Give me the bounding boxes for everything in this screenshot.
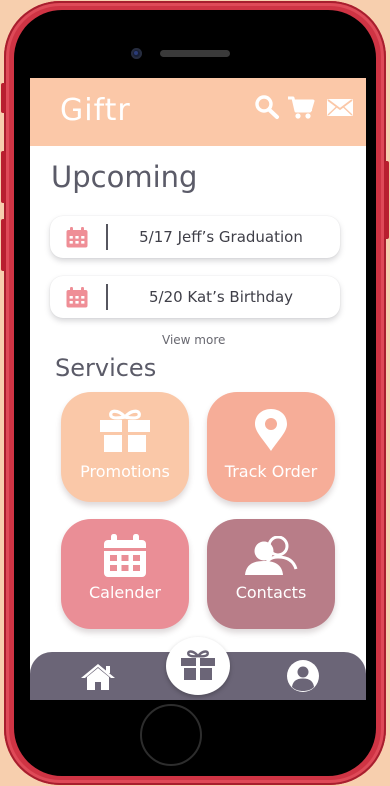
contacts-label: Contacts (235, 583, 307, 602)
gift-icon (98, 408, 152, 452)
profile-icon[interactable] (284, 660, 322, 692)
services-title: Services (55, 354, 157, 382)
search-icon[interactable] (253, 94, 281, 120)
home-icon[interactable] (80, 663, 116, 691)
calender-tile[interactable]: Calender (61, 519, 189, 629)
calendar-icon (103, 534, 147, 578)
power-button (384, 161, 389, 239)
promotions-label: Promotions (80, 462, 170, 481)
earpiece-speaker (160, 50, 230, 57)
location-pin-icon (254, 408, 288, 452)
mail-icon[interactable] (326, 94, 354, 120)
calender-label: Calender (89, 583, 161, 602)
track-order-label: Track Order (224, 462, 318, 481)
calendar-icon (66, 227, 88, 248)
volume-down-button (1, 219, 6, 271)
ring-silent-switch (1, 83, 6, 113)
app-header: Giftr (30, 78, 366, 146)
front-camera (131, 48, 142, 59)
contacts-icon (244, 536, 298, 576)
card-divider (106, 284, 108, 310)
gift-icon (180, 649, 216, 681)
upcoming-title: Upcoming (51, 160, 198, 194)
volume-up-button (1, 151, 6, 203)
contacts-tile[interactable]: Contacts (207, 519, 335, 629)
cart-icon[interactable] (287, 94, 315, 120)
card-divider (106, 224, 108, 250)
app-screen: Giftr Upcoming 5/17 Jeff’s Graduation 5/… (30, 78, 366, 700)
calendar-icon (66, 287, 88, 308)
promotions-tile[interactable]: Promotions (61, 392, 189, 502)
home-button[interactable] (140, 704, 202, 766)
event-text: 5/17 Jeff’s Graduation (139, 228, 303, 246)
track-order-tile[interactable]: Track Order (207, 392, 335, 502)
event-card[interactable]: 5/20 Kat’s Birthday (50, 276, 340, 318)
event-card[interactable]: 5/17 Jeff’s Graduation (50, 216, 340, 258)
gift-nav-button[interactable] (166, 637, 230, 695)
event-text: 5/20 Kat’s Birthday (148, 288, 294, 306)
app-logo: Giftr (60, 93, 131, 128)
view-more-link[interactable]: View more (162, 333, 225, 347)
